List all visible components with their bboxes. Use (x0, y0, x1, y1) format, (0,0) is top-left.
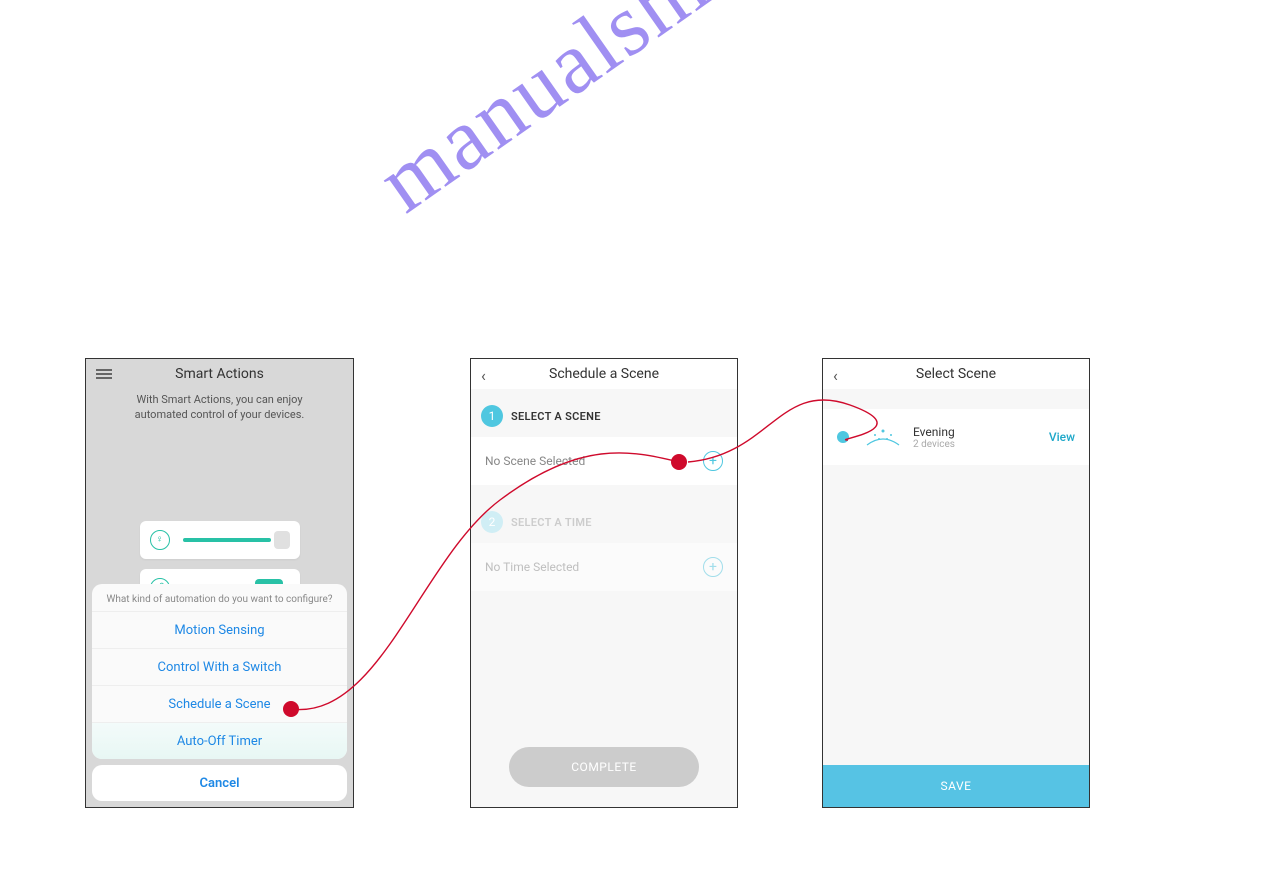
time-selector-row: No Time Selected + (471, 543, 737, 591)
phone-select-scene: ‹ Select Scene Evening 2 devices View SA… (822, 358, 1090, 808)
hamburger-icon[interactable] (96, 367, 112, 381)
scene-name: Evening (913, 425, 1049, 439)
option-control-switch[interactable]: Control With a Switch (92, 648, 347, 685)
view-link[interactable]: View (1049, 430, 1075, 444)
step-label: SELECT A SCENE (511, 410, 601, 423)
phone-schedule-scene: ‹ Schedule a Scene 1 SELECT A SCENE No S… (470, 358, 738, 808)
step-label: SELECT A TIME (511, 516, 592, 529)
scene-value: No Scene Selected (485, 454, 585, 468)
step-select-scene: 1 SELECT A SCENE (471, 389, 737, 433)
screen-title: Select Scene (916, 366, 996, 382)
screen-title: Smart Actions (175, 366, 264, 382)
save-button[interactable]: SAVE (823, 765, 1089, 807)
action-sheet: What kind of automation do you want to c… (86, 578, 353, 807)
sheet-question: What kind of automation do you want to c… (92, 584, 347, 611)
screen-header: ‹ Schedule a Scene (471, 359, 737, 389)
step-number-1: 1 (481, 405, 503, 427)
time-value: No Time Selected (485, 560, 579, 574)
option-schedule-scene[interactable]: Schedule a Scene (92, 685, 347, 722)
scene-device-count: 2 devices (913, 439, 1049, 450)
option-auto-off-timer[interactable]: Auto-Off Timer (92, 722, 347, 759)
phone-smart-actions: Smart Actions With Smart Actions, you ca… (85, 358, 354, 808)
step-number-2: 2 (481, 511, 503, 533)
step-select-time: 2 SELECT A TIME (471, 495, 737, 539)
scene-row-evening[interactable]: Evening 2 devices View (823, 409, 1089, 465)
watermark: manualshive.com (360, 0, 949, 233)
back-icon[interactable]: ‹ (833, 366, 838, 385)
screen-header: Smart Actions (86, 359, 353, 389)
add-scene-icon[interactable]: + (703, 451, 723, 471)
radio-selected-icon[interactable] (837, 431, 849, 443)
evening-scene-icon (863, 423, 903, 451)
screen-subtitle: With Smart Actions, you can enjoy automa… (86, 389, 353, 431)
screen-title: Schedule a Scene (549, 366, 659, 382)
complete-button[interactable]: COMPLETE (509, 747, 699, 787)
callout-dot-1 (283, 701, 299, 717)
back-icon[interactable]: ‹ (481, 366, 486, 385)
screen-header: ‹ Select Scene (823, 359, 1089, 389)
option-motion-sensing[interactable]: Motion Sensing (92, 611, 347, 648)
bulb-icon: ♀ (150, 530, 170, 550)
scene-selector-row[interactable]: No Scene Selected + (471, 437, 737, 485)
callout-dot-2 (671, 454, 687, 470)
add-time-icon: + (703, 557, 723, 577)
cancel-button[interactable]: Cancel (92, 765, 347, 801)
